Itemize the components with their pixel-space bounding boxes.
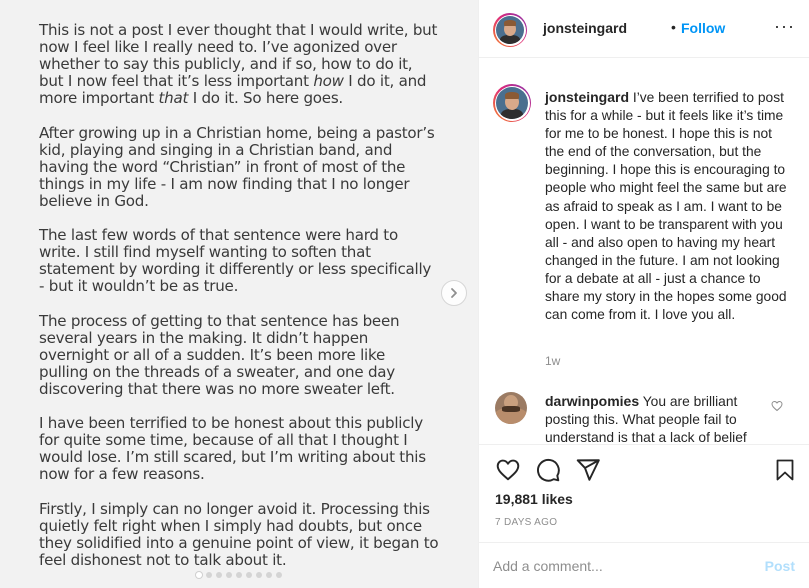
chevron-right-icon: [451, 288, 457, 298]
post-line: for quite some time, because of all that…: [39, 431, 408, 450]
post-line: write. I still find myself wanting to so…: [39, 243, 371, 262]
post-line: discovering that there was no more sweat…: [39, 379, 395, 398]
post-line: quietly felt right when I simply had dou…: [39, 516, 422, 535]
heart-icon[interactable]: [495, 457, 521, 483]
post-image: This is not a post I ever thought that I…: [0, 0, 478, 588]
post-paragraph: After growing up in a Christian home, be…: [39, 123, 447, 210]
post-line: overnight or all of a sudden. It’s been …: [39, 345, 385, 364]
post-header: jonsteingard • Follow ···: [479, 0, 809, 58]
post-date[interactable]: 7 DAYS AGO: [495, 517, 557, 528]
post-line: but I now feel that it’s less important …: [39, 72, 427, 91]
post-line: now for a few reasons.: [39, 465, 205, 484]
caption-text: I’ve been terrified to post this for a w…: [545, 90, 787, 323]
post-line: The last few words of that sentence were…: [39, 226, 398, 245]
likes-count[interactable]: 19,881 likes: [495, 491, 573, 507]
post-caption: jonsteingard I’ve been terrified to post…: [545, 88, 795, 324]
carousel-dot[interactable]: [196, 572, 202, 578]
post-line: several years in the making. It didn’t h…: [39, 328, 369, 347]
carousel-dot[interactable]: [236, 572, 242, 578]
comment-input[interactable]: [493, 555, 753, 577]
commenter-avatar[interactable]: [495, 392, 527, 424]
carousel-dot[interactable]: [216, 572, 222, 578]
share-icon[interactable]: [575, 457, 601, 483]
caption-username[interactable]: jonsteingard: [545, 89, 629, 105]
post-line: statement by wording it differently or l…: [39, 260, 432, 279]
comment-username[interactable]: darwinpomies: [545, 393, 639, 409]
comment-like-heart-icon[interactable]: [771, 400, 783, 412]
post-line: now I feel like I really need to. I’ve a…: [39, 38, 397, 57]
carousel-dot[interactable]: [256, 572, 262, 578]
caption-age[interactable]: 1w: [545, 354, 560, 368]
post-line: Firstly, I simply can no longer avoid it…: [39, 499, 430, 518]
carousel-dot[interactable]: [276, 572, 282, 578]
post-side-panel: jonsteingard • Follow ··· jonsteingard I…: [478, 0, 809, 588]
comment-item: darwinpomies You are brilliant posting t…: [545, 392, 765, 444]
post-line: having the word “Christian” in front of …: [39, 157, 406, 176]
more-icon[interactable]: ···: [774, 16, 795, 37]
follow-button[interactable]: Follow: [681, 20, 725, 36]
post-line: The process of getting to that sentence …: [39, 311, 400, 330]
post-line: feel dishonest not to talk about it.: [39, 550, 287, 569]
carousel-next-button[interactable]: [441, 280, 467, 306]
carousel-indicator: [0, 572, 478, 578]
add-comment-bar: Post: [479, 542, 809, 588]
post-line: After growing up in a Christian home, be…: [39, 123, 435, 142]
post-paragraph: This is not a post I ever thought that I…: [39, 21, 447, 108]
carousel-dot[interactable]: [246, 572, 252, 578]
carousel-dot[interactable]: [226, 572, 232, 578]
post-paragraph: The process of getting to that sentence …: [39, 311, 447, 398]
post-line: pulling on the threads of a sweater, and…: [39, 362, 395, 381]
comment-icon[interactable]: [535, 457, 561, 483]
post-paragraph: Firstly, I simply can no longer avoid it…: [39, 499, 447, 569]
post-line: This is not a post I ever thought that I…: [39, 21, 438, 39]
post-line: they solidified into a genuine point of …: [39, 533, 439, 552]
post-line: believe in God.: [39, 191, 149, 210]
bookmark-icon[interactable]: [773, 457, 797, 483]
post-line: - but it wouldn’t be as true.: [39, 277, 239, 296]
header-separator: •: [671, 19, 676, 35]
carousel-dot[interactable]: [206, 572, 212, 578]
post-comment-button[interactable]: Post: [765, 558, 795, 574]
post-actions: 19,881 likes 7 DAYS AGO: [479, 444, 809, 536]
post-line: things in my life - I am now finding tha…: [39, 174, 410, 193]
post-image-text: This is not a post I ever thought that I…: [39, 21, 447, 586]
comments-section[interactable]: jonsteingard I’ve been terrified to post…: [479, 58, 809, 444]
avatar[interactable]: [493, 13, 527, 47]
post-paragraph: I have been terrified to be honest about…: [39, 415, 447, 483]
caption-avatar[interactable]: [493, 84, 531, 122]
post-line: I have been terrified to be honest about…: [39, 414, 423, 433]
header-username[interactable]: jonsteingard: [543, 20, 627, 36]
post-line: more important that I do it. So here goe…: [39, 89, 343, 108]
post-paragraph: The last few words of that sentence were…: [39, 227, 447, 295]
post-line: would lose. I’m still scared, but I’m wr…: [39, 448, 426, 467]
carousel-dot[interactable]: [266, 572, 272, 578]
post-line: kid, playing and singing in a Christian …: [39, 140, 393, 159]
post-line: whether to say this publicly, and if so,…: [39, 55, 413, 74]
